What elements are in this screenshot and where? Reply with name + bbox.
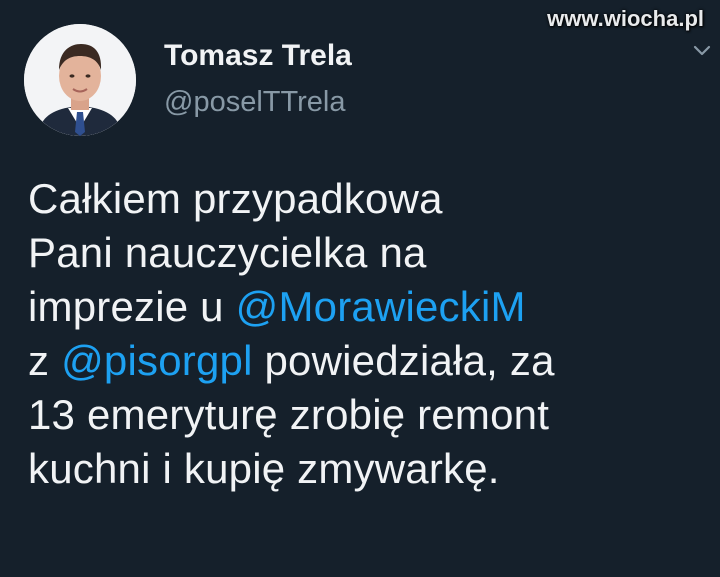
tweet-text: Całkiem przypadkowa Pani nauczycielka na… — [28, 172, 708, 496]
tweet-line: Całkiem przypadkowa — [28, 175, 443, 222]
author-display-name[interactable]: Tomasz Trela — [164, 36, 352, 76]
mention-link[interactable]: @pisorgpl — [61, 337, 253, 384]
tweet-card: www.wiocha.pl Tomasz Trela @poselTTrela … — [0, 0, 720, 577]
site-watermark: www.wiocha.pl — [547, 6, 704, 31]
mention-link[interactable]: @MorawieckiM — [236, 283, 526, 330]
tweet-author: Tomasz Trela @poselTTrela — [164, 36, 352, 122]
tweet-line: imprezie u @MorawieckiM — [28, 280, 708, 334]
tweet-line-text: z — [28, 337, 62, 384]
chevron-down-icon[interactable] — [692, 44, 712, 58]
tweet-line: kuchni i kupię zmywarkę. — [28, 445, 500, 492]
avatar-portrait-image — [24, 24, 136, 136]
tweet-line-text: powiedziała, za — [252, 337, 555, 384]
tweet-line: 13 emeryturę zrobię remont — [28, 391, 550, 438]
avatar[interactable] — [24, 24, 136, 136]
author-handle[interactable]: @poselTTrela — [164, 82, 352, 122]
tweet-line: Pani nauczycielka na — [28, 229, 427, 276]
tweet-line: z @pisorgpl powiedziała, za — [28, 334, 708, 388]
tweet-line-text: imprezie u — [28, 283, 236, 330]
